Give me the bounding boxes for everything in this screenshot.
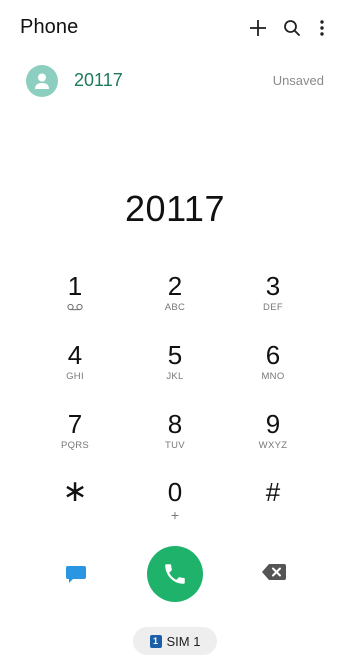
key-letters: WXYZ: [258, 440, 288, 451]
key-letters: PQRS: [60, 440, 90, 451]
key-digit: 8: [167, 409, 183, 439]
key-8[interactable]: 8 TUV: [130, 409, 220, 469]
key-digit: 0: [167, 477, 183, 507]
key-digit: 9: [265, 409, 281, 439]
sim-label: SIM 1: [166, 633, 201, 649]
sim-selector-button[interactable]: 1 SIM 1: [133, 627, 217, 655]
key-letters: GHI: [66, 371, 84, 382]
key-9[interactable]: 9 WXYZ: [228, 409, 318, 469]
key-4[interactable]: 4 GHI: [30, 340, 120, 400]
key-digit: #: [265, 477, 281, 507]
backspace-icon[interactable]: [261, 563, 287, 583]
key-digit: 6: [265, 340, 281, 370]
suggestion-number: 20117: [74, 70, 123, 90]
phone-icon: [165, 564, 185, 584]
key-hash[interactable]: #: [228, 477, 318, 537]
person-icon: [35, 73, 49, 89]
contact-suggestion-row[interactable]: 20117 Unsaved: [0, 60, 350, 102]
key-letters: +: [170, 507, 180, 523]
avatar: [26, 65, 58, 97]
suggestion-status: Unsaved: [272, 73, 324, 88]
key-7[interactable]: 7 PQRS: [30, 409, 120, 469]
more-vert-icon[interactable]: [311, 17, 333, 39]
key-digit: 4: [67, 340, 83, 370]
add-icon[interactable]: [247, 17, 269, 39]
app-title: Phone: [20, 16, 79, 38]
key-letters: JKL: [166, 371, 184, 382]
key-letters: TUV: [165, 440, 185, 451]
message-icon[interactable]: [64, 564, 88, 586]
key-letters: DEF: [263, 302, 283, 313]
key-digit: 2: [167, 271, 183, 301]
sim-badge-icon: 1: [149, 634, 162, 648]
key-digit: 7: [67, 409, 83, 439]
key-1[interactable]: 1: [30, 271, 120, 331]
key-3[interactable]: 3 DEF: [228, 271, 318, 331]
key-6[interactable]: 6 MNO: [228, 340, 318, 400]
dialer-screen: Phone 20117 Unsaved 20117 1 2 ABC 3 DEF …: [0, 0, 350, 667]
key-letters: MNO: [261, 371, 285, 382]
key-2[interactable]: 2 ABC: [130, 271, 220, 331]
key-digit: 3: [265, 271, 281, 301]
key-star[interactable]: ∗: [30, 477, 120, 537]
key-letters: ABC: [164, 302, 186, 313]
dialed-number-display[interactable]: 20117: [0, 188, 350, 230]
key-digit: 1: [67, 271, 83, 301]
key-0[interactable]: 0 +: [130, 477, 220, 537]
key-5[interactable]: 5 JKL: [130, 340, 220, 400]
voicemail-icon: [30, 303, 120, 311]
key-digit: ∗: [62, 475, 88, 508]
key-digit: 5: [167, 340, 183, 370]
search-icon[interactable]: [281, 17, 303, 39]
call-button[interactable]: [147, 546, 203, 602]
